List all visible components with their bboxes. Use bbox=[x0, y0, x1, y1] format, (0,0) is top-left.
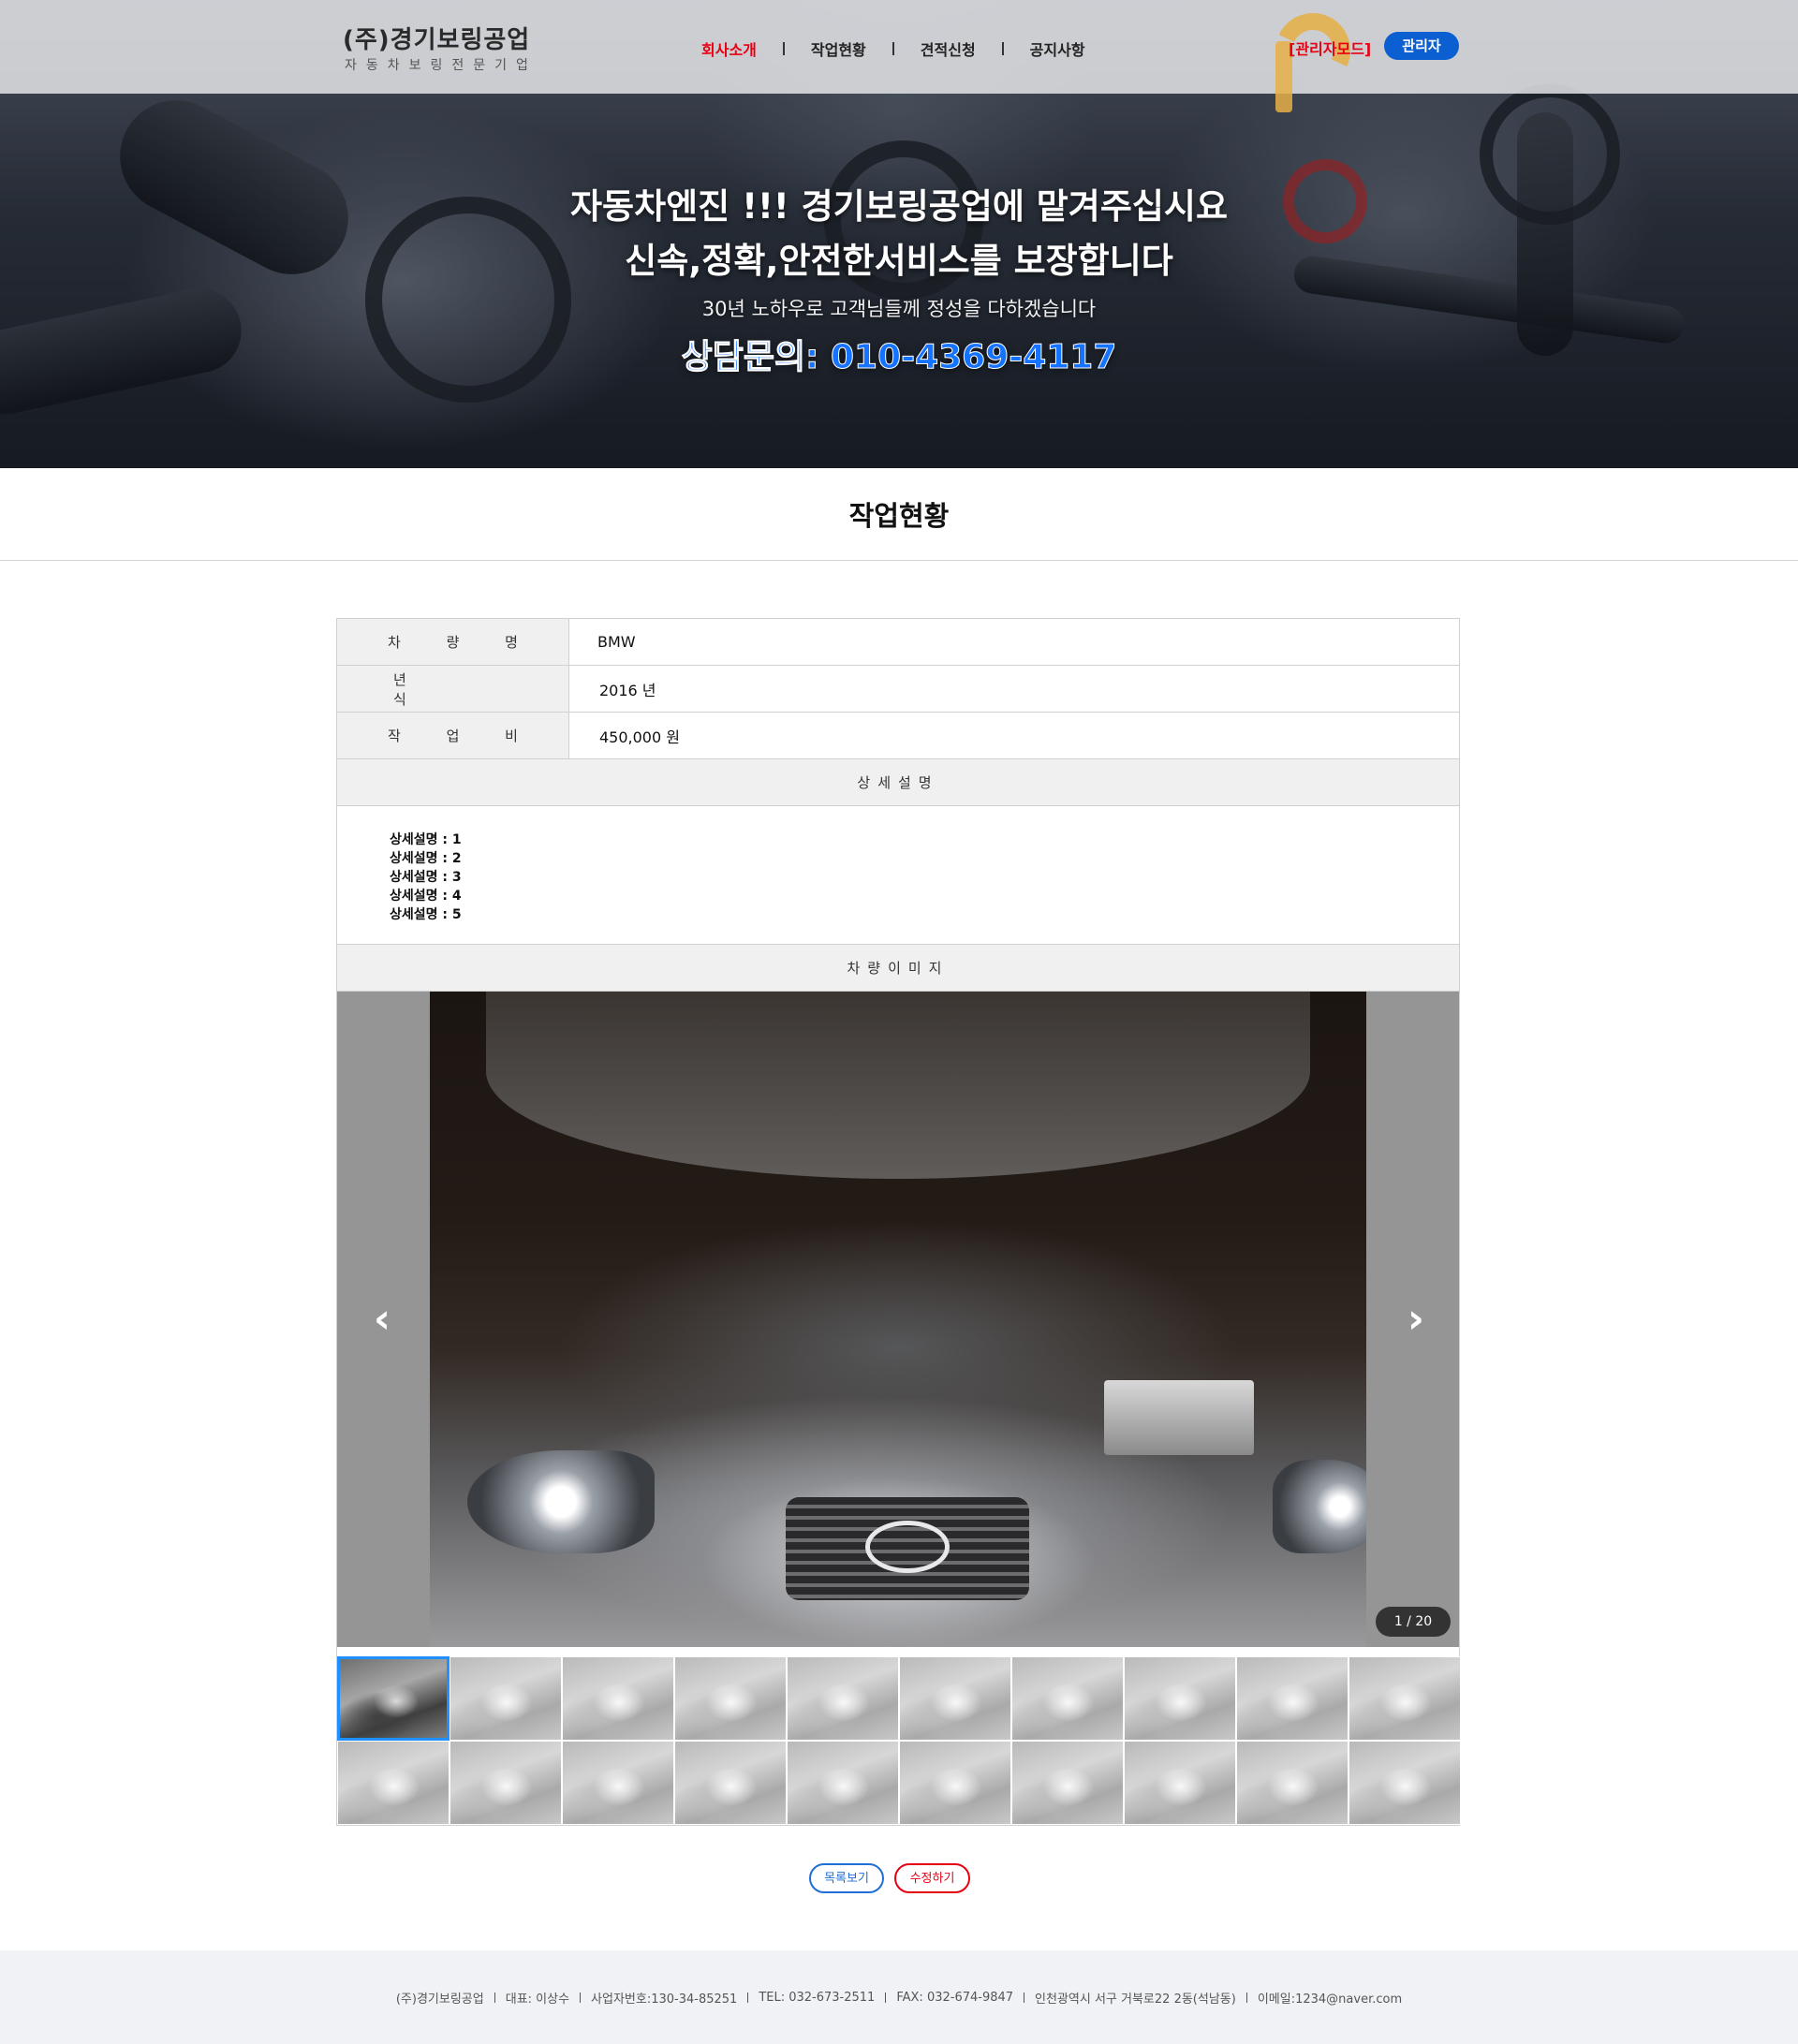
admin-button[interactable]: 관리자 bbox=[1384, 32, 1459, 60]
footer-email: 이메일:1234@naver.com bbox=[1257, 1992, 1403, 2007]
description-line: 상세설명 : 4 bbox=[390, 889, 462, 904]
admin-mode-label[interactable]: [관리자모드] bbox=[1289, 37, 1371, 59]
top-navigation-bar: (주)경기보링공업 자동차보링전문기업 회사소개 작업현황 견적신청 공지사항 … bbox=[0, 0, 1798, 112]
thumbnail[interactable] bbox=[1236, 1656, 1348, 1741]
thumbnail[interactable] bbox=[1124, 1741, 1236, 1825]
car-name-value: BMW bbox=[597, 633, 636, 651]
thumbnail[interactable] bbox=[337, 1741, 450, 1825]
vehicle-photo bbox=[430, 992, 1366, 1647]
thumbnail[interactable] bbox=[1011, 1656, 1124, 1741]
year-value: 2016 년 bbox=[599, 681, 656, 699]
page-title: 작업현황 bbox=[848, 500, 950, 532]
vehicle-image-header: 차량이미지 bbox=[337, 945, 1459, 992]
footer-fax: FAX: 032-674-9847 bbox=[896, 1990, 1014, 2005]
row-year: 년 식 2016 년 bbox=[337, 666, 1459, 713]
footer-ceo: 대표: 이상수 bbox=[505, 1992, 570, 2007]
logo-title[interactable]: (주)경기보링공업 bbox=[343, 21, 530, 55]
thumbnail[interactable] bbox=[450, 1656, 562, 1741]
thumbnail[interactable] bbox=[899, 1656, 1011, 1741]
main-nav: 회사소개 작업현황 견적신청 공지사항 bbox=[701, 37, 1085, 60]
description-line: 상세설명 : 1 bbox=[390, 832, 462, 847]
work-detail-table: 차 량 명 BMW 년 식 2016 년 작 업 비 450,000 원 상세설… bbox=[336, 618, 1461, 1826]
description-line: 상세설명 : 2 bbox=[390, 851, 462, 866]
thumbnail[interactable] bbox=[450, 1741, 562, 1825]
nav-item-work-status[interactable]: 작업현황 bbox=[811, 37, 866, 60]
logo-subtitle: 자동차보링전문기업 bbox=[345, 58, 538, 73]
thumbnail[interactable] bbox=[674, 1656, 787, 1741]
thumbnail[interactable] bbox=[1348, 1656, 1461, 1741]
thumbnail[interactable] bbox=[562, 1741, 674, 1825]
chevron-left-icon[interactable]: ‹ bbox=[365, 1296, 399, 1343]
hero-headline-2: 신속,정확,안전한서비스를 보장합니다 bbox=[625, 241, 1173, 281]
nav-item-estimate[interactable]: 견적신청 bbox=[921, 37, 976, 60]
nav-separator bbox=[1001, 42, 1004, 55]
thumbnail[interactable] bbox=[674, 1741, 787, 1825]
thumbnail[interactable] bbox=[787, 1741, 899, 1825]
description-header: 상세설명 bbox=[337, 759, 1459, 806]
edit-button[interactable]: 수정하기 bbox=[894, 1863, 970, 1893]
nav-separator bbox=[782, 42, 785, 55]
nav-item-company[interactable]: 회사소개 bbox=[701, 37, 757, 60]
thumbnail[interactable] bbox=[337, 1656, 450, 1741]
row-cost: 작 업 비 450,000 원 bbox=[337, 713, 1459, 759]
footer: (주)경기보링공업 대표: 이상수 사업자번호:130-34-85251 TEL… bbox=[0, 1950, 1798, 2044]
thumbnail[interactable] bbox=[1124, 1656, 1236, 1741]
chevron-right-icon[interactable]: › bbox=[1399, 1296, 1433, 1343]
thumbnail[interactable] bbox=[787, 1656, 899, 1741]
thumbnail[interactable] bbox=[1348, 1741, 1461, 1825]
footer-address: 인천광역시 서구 거북로22 2동(석남동) bbox=[1035, 1992, 1236, 2007]
footer-business-number: 사업자번호:130-34-85251 bbox=[591, 1992, 738, 2007]
description-line: 상세설명 : 3 bbox=[390, 870, 462, 885]
thumbnail[interactable] bbox=[1236, 1741, 1348, 1825]
hero-headline-1: 자동차엔진 !!! 경기보링공업에 맡겨주십시요 bbox=[570, 186, 1228, 227]
cost-label: 작 업 비 bbox=[337, 713, 569, 758]
footer-tel: TEL: 032-673-2511 bbox=[759, 1990, 876, 2005]
list-button[interactable]: 목록보기 bbox=[809, 1863, 884, 1893]
nav-item-notice[interactable]: 공지사항 bbox=[1030, 37, 1085, 60]
description-box: 상세설명 : 1 상세설명 : 2 상세설명 : 3 상세설명 : 4 상세설명… bbox=[337, 806, 1459, 945]
thumbnail[interactable] bbox=[899, 1741, 1011, 1825]
description-line: 상세설명 : 5 bbox=[390, 907, 462, 922]
hero-subtext: 30년 노하우로 고객님들께 정성을 다하겠습니다 bbox=[701, 298, 1097, 320]
cost-value: 450,000 원 bbox=[599, 728, 680, 746]
hero-banner: (주)경기보링공업 자동차보링전문기업 회사소개 작업현황 견적신청 공지사항 … bbox=[0, 0, 1798, 468]
thumbnail-strip bbox=[337, 1647, 1461, 1825]
thumbnail[interactable] bbox=[1011, 1741, 1124, 1825]
year-label: 년 식 bbox=[337, 666, 569, 712]
footer-company: (주)경기보링공업 bbox=[395, 1992, 484, 2007]
row-car-name: 차 량 명 BMW bbox=[337, 619, 1459, 666]
title-divider bbox=[0, 560, 1798, 561]
thumbnail[interactable] bbox=[562, 1656, 674, 1741]
image-slider[interactable]: ‹ › 1 / 20 bbox=[337, 992, 1459, 1647]
hero-phone: 상담문의: 010-4369-4117 bbox=[681, 338, 1117, 377]
nav-separator bbox=[892, 42, 894, 55]
slide-counter: 1 / 20 bbox=[1376, 1607, 1451, 1637]
car-name-label: 차 량 명 bbox=[337, 619, 569, 665]
